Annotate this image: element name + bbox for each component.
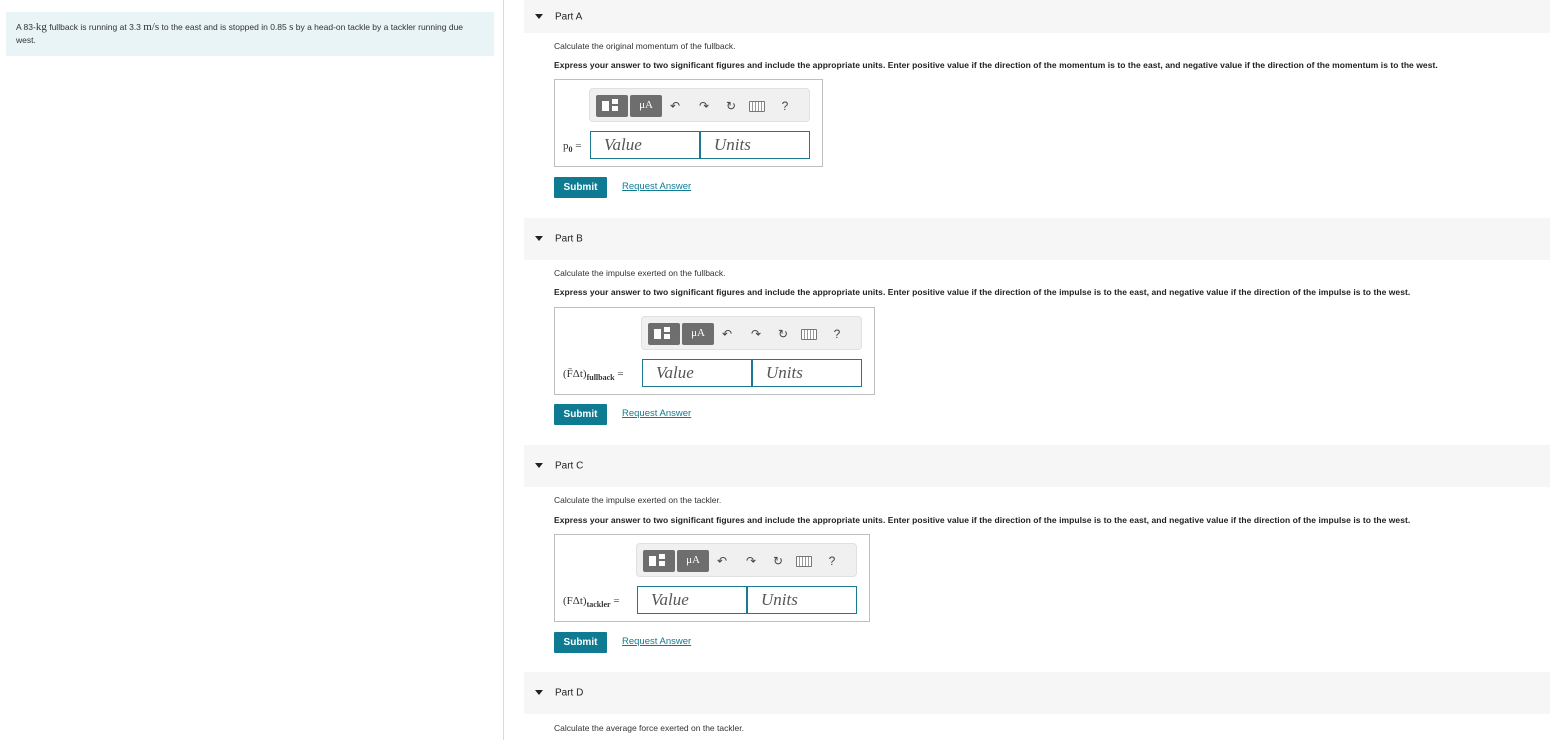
- reset-icon[interactable]: ↻: [724, 98, 738, 114]
- problem-text: fullback is running at 3.3: [46, 22, 144, 32]
- part-c-answer-box: μA ↶ ↷ ↻ ? (FΔt)tackler = Value Units: [554, 534, 870, 622]
- part-title: Part B: [555, 233, 583, 245]
- math-toolbar: μA ↶ ↷ ↻ ?: [641, 316, 862, 350]
- units-input[interactable]: Units: [752, 359, 862, 387]
- speed-unit: m/s: [143, 21, 160, 33]
- units-button[interactable]: μA: [677, 550, 709, 572]
- part-title: Part A: [555, 11, 583, 22]
- variable-label: p0 =: [563, 140, 581, 154]
- part-d-prompt: Calculate the average force exerted on t…: [554, 723, 744, 733]
- equals-sign: =: [617, 368, 624, 380]
- part-b-header[interactable]: Part B: [524, 218, 1550, 260]
- variable-symbol: (F̄Δt): [563, 368, 587, 380]
- part-a-instructions: Express your answer to two significant f…: [554, 60, 1438, 70]
- keyboard-icon[interactable]: [796, 556, 812, 567]
- units-input[interactable]: Units: [700, 131, 810, 159]
- variable-symbol: (FΔt): [563, 595, 587, 607]
- reset-icon[interactable]: ↻: [776, 326, 790, 342]
- math-toolbar: μA ↶ ↷ ↻ ?: [636, 543, 857, 577]
- part-b-prompt: Calculate the impulse exerted on the ful…: [554, 268, 726, 278]
- equals-sign: =: [575, 140, 582, 152]
- part-a-prompt: Calculate the original momentum of the f…: [554, 41, 736, 51]
- part-a-answer-box: μA ↶ ↷ ↻ ? p0 = Value Units: [554, 79, 823, 167]
- help-button[interactable]: ?: [778, 98, 792, 114]
- help-button[interactable]: ?: [830, 326, 844, 342]
- submit-button[interactable]: Submit: [554, 404, 607, 425]
- keyboard-icon[interactable]: [749, 101, 765, 112]
- submit-button[interactable]: Submit: [554, 177, 607, 198]
- collapse-caret-icon: [535, 236, 543, 241]
- value-input[interactable]: Value: [637, 586, 747, 614]
- variable-label: (F̄Δt)fullback =: [563, 368, 624, 382]
- units-button[interactable]: μA: [682, 323, 714, 345]
- value-input[interactable]: Value: [590, 131, 700, 159]
- redo-icon[interactable]: ↷: [697, 98, 711, 114]
- request-answer-link[interactable]: Request Answer: [622, 636, 691, 647]
- part-title: Part C: [555, 460, 584, 472]
- submit-button[interactable]: Submit: [554, 632, 607, 653]
- part-b-answer-box: μA ↶ ↷ ↻ ? (F̄Δt)fullback = Value Units: [554, 307, 875, 395]
- request-answer-link[interactable]: Request Answer: [622, 408, 691, 419]
- problem-statement: A 83-kg fullback is running at 3.3 m/s t…: [6, 12, 494, 56]
- variable-subscript: tackler: [586, 600, 611, 610]
- variable-subscript: 0: [568, 145, 573, 155]
- mass-unit: kg: [35, 21, 47, 33]
- collapse-caret-icon: [535, 690, 543, 695]
- variable-subscript: fullback: [586, 373, 615, 383]
- units-input[interactable]: Units: [747, 586, 857, 614]
- redo-icon[interactable]: ↷: [744, 553, 758, 569]
- part-b-instructions: Express your answer to two significant f…: [554, 287, 1411, 297]
- undo-icon[interactable]: ↶: [668, 98, 682, 114]
- help-button[interactable]: ?: [825, 553, 839, 569]
- equals-sign: =: [613, 595, 620, 607]
- templates-button[interactable]: [596, 95, 628, 117]
- undo-icon[interactable]: ↶: [715, 553, 729, 569]
- templates-button[interactable]: [643, 550, 675, 572]
- part-c-prompt: Calculate the impulse exerted on the tac…: [554, 495, 722, 505]
- variable-label: (FΔt)tackler =: [563, 595, 620, 609]
- keyboard-icon[interactable]: [801, 329, 817, 340]
- problem-text: A 83-: [16, 22, 36, 32]
- collapse-caret-icon: [535, 13, 543, 19]
- math-toolbar: μA ↶ ↷ ↻ ?: [589, 88, 810, 122]
- part-c-header[interactable]: Part C: [524, 445, 1550, 487]
- part-d-header[interactable]: Part D: [524, 672, 1550, 714]
- collapse-caret-icon: [535, 463, 543, 468]
- units-button[interactable]: μA: [630, 95, 662, 117]
- undo-icon[interactable]: ↶: [720, 326, 734, 342]
- part-a-header[interactable]: Part A: [524, 0, 1550, 33]
- redo-icon[interactable]: ↷: [749, 326, 763, 342]
- part-title: Part D: [555, 687, 584, 699]
- templates-button[interactable]: [648, 323, 680, 345]
- request-answer-link[interactable]: Request Answer: [622, 181, 691, 192]
- column-divider: [503, 0, 504, 740]
- problem-text: to the east and is stopped in 0.85: [159, 22, 290, 32]
- part-c-instructions: Express your answer to two significant f…: [554, 515, 1411, 525]
- reset-icon[interactable]: ↻: [771, 553, 785, 569]
- value-input[interactable]: Value: [642, 359, 752, 387]
